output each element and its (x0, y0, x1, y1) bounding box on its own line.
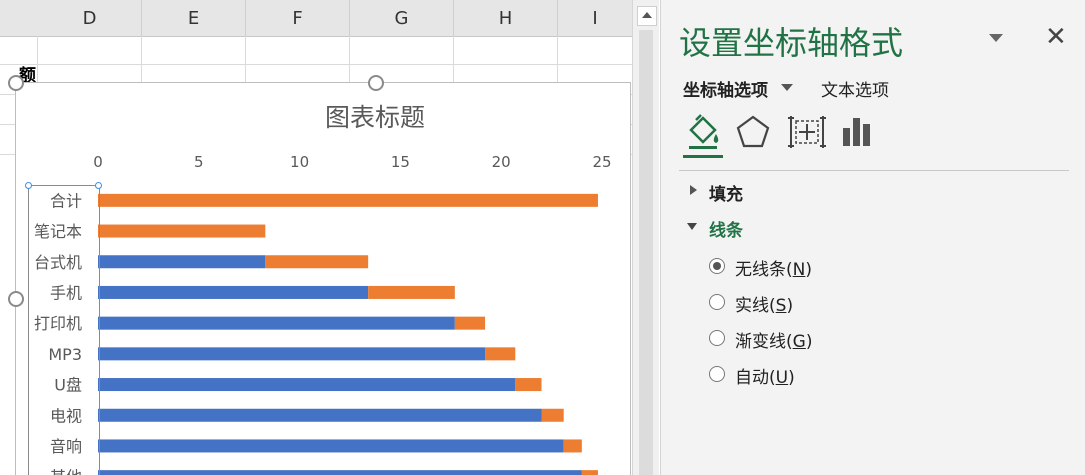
column-header-e[interactable]: E (142, 0, 246, 36)
radio-automatic[interactable] (709, 366, 725, 382)
bar-increment[interactable] (581, 470, 598, 475)
section-fill[interactable]: 填充 (709, 180, 743, 205)
chart-resize-handle-top[interactable] (368, 75, 384, 91)
bar-increment[interactable] (368, 285, 455, 299)
format-axis-pane: 设置坐标轴格式 ✕ 坐标轴选项 文本选项 填充 线条 无线条(N) 实线(S) … (660, 0, 1085, 475)
radio-no-line[interactable] (709, 258, 725, 274)
column-header-h[interactable]: H (454, 0, 558, 36)
x-tick-label: 10 (290, 153, 309, 171)
bar-increment[interactable] (98, 224, 266, 238)
bar-increment[interactable] (485, 347, 516, 361)
radio-automatic-label[interactable]: 自动(U) (735, 363, 795, 388)
axis-selection-handle[interactable] (25, 182, 32, 189)
size-properties-icon[interactable] (787, 112, 827, 152)
bar-base[interactable] (98, 285, 369, 299)
chart-resize-handle-top-left[interactable] (8, 75, 24, 91)
x-tick-label: 25 (592, 153, 611, 171)
divider (679, 170, 1069, 171)
radio-solid-line-label[interactable]: 实线(S) (735, 291, 793, 316)
bar-increment[interactable] (563, 439, 582, 453)
x-tick-label: 5 (194, 153, 204, 171)
pane-title: 设置坐标轴格式 (679, 24, 904, 62)
x-tick-label: 20 (492, 153, 511, 171)
effects-icon[interactable] (733, 112, 773, 152)
column-header-g[interactable]: G (350, 0, 454, 36)
column-header-f[interactable]: F (246, 0, 350, 36)
chevron-down-icon[interactable] (781, 84, 793, 91)
x-axis[interactable]: 0 5 10 15 20 25 (93, 153, 611, 171)
tab-text-options[interactable]: 文本选项 (821, 76, 889, 101)
x-tick-label: 0 (93, 153, 103, 171)
bar-base[interactable] (98, 470, 582, 475)
section-line[interactable]: 线条 (709, 216, 743, 241)
chart-title[interactable]: 图表标题 (325, 103, 425, 132)
axis-options-icon[interactable] (837, 112, 877, 152)
bar-chart[interactable]: 图表标题 0510152025 合计笔记本台式机手机打印机MP3U盘电视音响其他 (16, 83, 630, 475)
plot-area[interactable] (98, 193, 598, 475)
bar-base[interactable] (98, 408, 542, 422)
grid-line (0, 64, 632, 65)
bar-base[interactable] (98, 378, 516, 392)
spreadsheet-area: D E F G H I 额 图表标题 0 5 10 15 20 25 合计 笔记本 台式机 手机… (0, 0, 632, 475)
bar-increment[interactable] (515, 378, 542, 392)
bar-base[interactable] (98, 316, 455, 330)
axis-selection-box (28, 185, 100, 475)
bar-increment[interactable] (454, 316, 486, 330)
close-icon[interactable]: ✕ (1045, 22, 1067, 52)
x-tick-label: 15 (391, 153, 410, 171)
expand-arrow-icon[interactable] (690, 185, 697, 195)
pane-options-dropdown-icon[interactable] (989, 34, 1003, 42)
collapse-arrow-icon[interactable] (687, 223, 697, 230)
column-headers: D E F G H I (0, 0, 632, 37)
column-header-d[interactable]: D (38, 0, 142, 36)
scroll-up-button[interactable] (637, 6, 657, 26)
radio-gradient-line[interactable] (709, 330, 725, 346)
scroll-thumb[interactable] (639, 30, 653, 475)
bar-base[interactable] (98, 347, 486, 361)
radio-solid-line[interactable] (709, 294, 725, 310)
chart-object[interactable]: 图表标题 0510152025 合计笔记本台式机手机打印机MP3U盘电视音响其他 (15, 82, 631, 475)
fill-line-icon[interactable] (683, 112, 723, 152)
bar-base[interactable] (98, 255, 266, 269)
vertical-scrollbar[interactable] (632, 0, 659, 475)
bar-increment[interactable] (98, 193, 598, 207)
chart-resize-handle-left[interactable] (8, 291, 24, 307)
active-icon-indicator (683, 155, 723, 158)
tab-axis-options[interactable]: 坐标轴选项 (683, 76, 768, 101)
radio-no-line-label[interactable]: 无线条(N) (735, 255, 812, 280)
axis-selection-handle[interactable] (95, 182, 102, 189)
column-header-i[interactable]: I (558, 0, 632, 36)
bar-base[interactable] (98, 439, 564, 453)
bar-increment[interactable] (541, 408, 564, 422)
bar-increment[interactable] (265, 255, 369, 269)
radio-gradient-line-label[interactable]: 渐变线(G) (735, 327, 812, 352)
